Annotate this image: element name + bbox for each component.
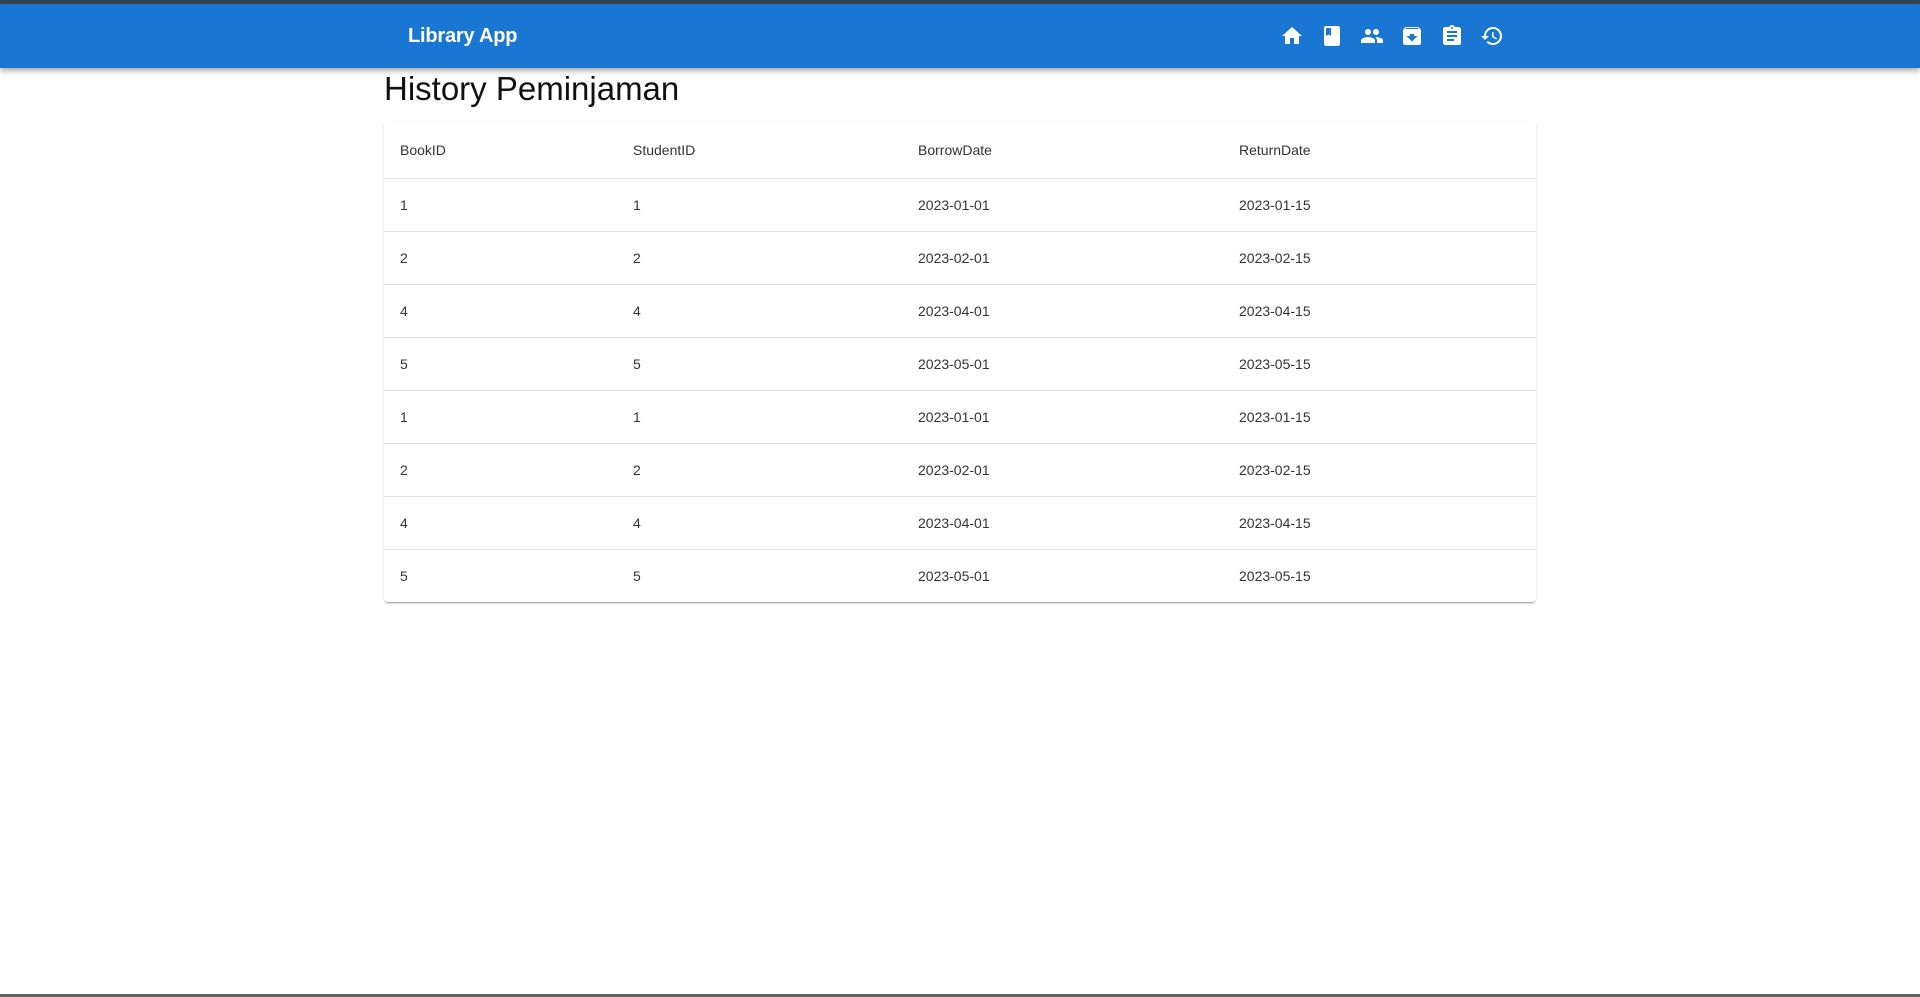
people-icon: [1361, 29, 1383, 43]
cell-borrowdate: 2023-04-01: [902, 284, 1223, 338]
cell-studentid: 1: [617, 178, 902, 232]
nav-home-button[interactable]: [1272, 16, 1312, 56]
table-header-row: BookID StudentID BorrowDate ReturnDate: [384, 122, 1536, 179]
cell-bookid: 4: [384, 496, 617, 550]
cell-borrowdate: 2023-04-01: [902, 496, 1223, 550]
table-row: 2 2 2023-02-01 2023-02-15: [384, 443, 1536, 497]
cell-returndate: 2023-04-15: [1223, 496, 1536, 550]
app-bar: Library App: [0, 4, 1920, 68]
cell-borrowdate: 2023-05-01: [918, 567, 990, 584]
nav-books-button[interactable]: [1312, 16, 1352, 56]
history-table: BookID StudentID BorrowDate ReturnDate 1…: [384, 122, 1536, 602]
nav-history-button[interactable]: [1472, 16, 1512, 56]
column-header-bookid: BookID: [384, 122, 617, 179]
table-row: 1 1 2023-01-01 2023-01-15: [384, 178, 1536, 232]
cell-bookid: 1: [384, 390, 617, 444]
table-row: 4 4 2023-04-01 2023-04-15: [384, 496, 1536, 550]
page-title: History Peminjaman: [384, 70, 680, 107]
nav-archive-button[interactable]: [1392, 16, 1432, 56]
cell-borrowdate: 2023-05-01: [902, 337, 1223, 391]
history-table-card: BookID StudentID BorrowDate ReturnDate 1…: [384, 122, 1536, 602]
clipboard-icon: [1443, 25, 1461, 45]
cell-borrowdate: 2023-02-01: [902, 443, 1223, 497]
cell-studentid: 2: [617, 231, 902, 285]
cell-bookid: 5: [384, 337, 617, 391]
cell-bookid: 1: [384, 178, 617, 232]
column-header-borrowdate: BorrowDate: [902, 122, 1223, 179]
cell-bookid: 2: [384, 231, 617, 285]
table-row: 2 2 2023-02-01 2023-02-15: [384, 231, 1536, 285]
cell-studentid: 4: [617, 496, 902, 550]
nav-students-button[interactable]: [1352, 16, 1392, 56]
column-header-studentid: StudentID: [617, 122, 902, 179]
cell-borrowdate: 2023-01-01: [902, 390, 1223, 444]
cell-bookid: 4: [384, 284, 617, 338]
cell-returndate: 2023-02-15: [1223, 231, 1536, 285]
table-row: 5 5 2023-05-01 2023-05-15: [384, 549, 1536, 602]
cell-returndate: 2023-01-15: [1223, 178, 1536, 232]
column-header-returndate: ReturnDate: [1223, 122, 1536, 179]
cell-borrowdate: 2023-01-01: [902, 178, 1223, 232]
history-icon: [1481, 27, 1502, 45]
cell-studentid: 4: [617, 284, 902, 338]
cell-studentid: 2: [617, 443, 902, 497]
home-icon: [1282, 27, 1302, 44]
cell-borrowdate: 2023-02-01: [902, 231, 1223, 285]
nav-icons: [1272, 16, 1512, 56]
table-row: 5 5 2023-05-01 2023-05-15: [384, 337, 1536, 391]
app-title: Library App: [408, 25, 518, 47]
cell-returndate: 2023-01-15: [1223, 390, 1536, 444]
cell-returndate: 2023-04-15: [1223, 284, 1536, 338]
cell-returndate: 2023-02-15: [1223, 443, 1536, 497]
cell-studentid: 5: [617, 337, 902, 391]
cell-returndate: 2023-05-15: [1239, 567, 1311, 584]
cell-bookid: 5: [400, 567, 408, 584]
nav-assignment-button[interactable]: [1432, 16, 1472, 56]
cell-returndate: 2023-05-15: [1223, 337, 1536, 391]
cell-studentid: 1: [617, 390, 902, 444]
table-row: 1 1 2023-01-01 2023-01-15: [384, 390, 1536, 444]
cell-studentid: 5: [633, 567, 641, 584]
archive-icon: [1403, 27, 1421, 45]
book-icon: [1324, 26, 1340, 46]
table-row: 4 4 2023-04-01 2023-04-15: [384, 284, 1536, 338]
cell-bookid: 2: [384, 443, 617, 497]
